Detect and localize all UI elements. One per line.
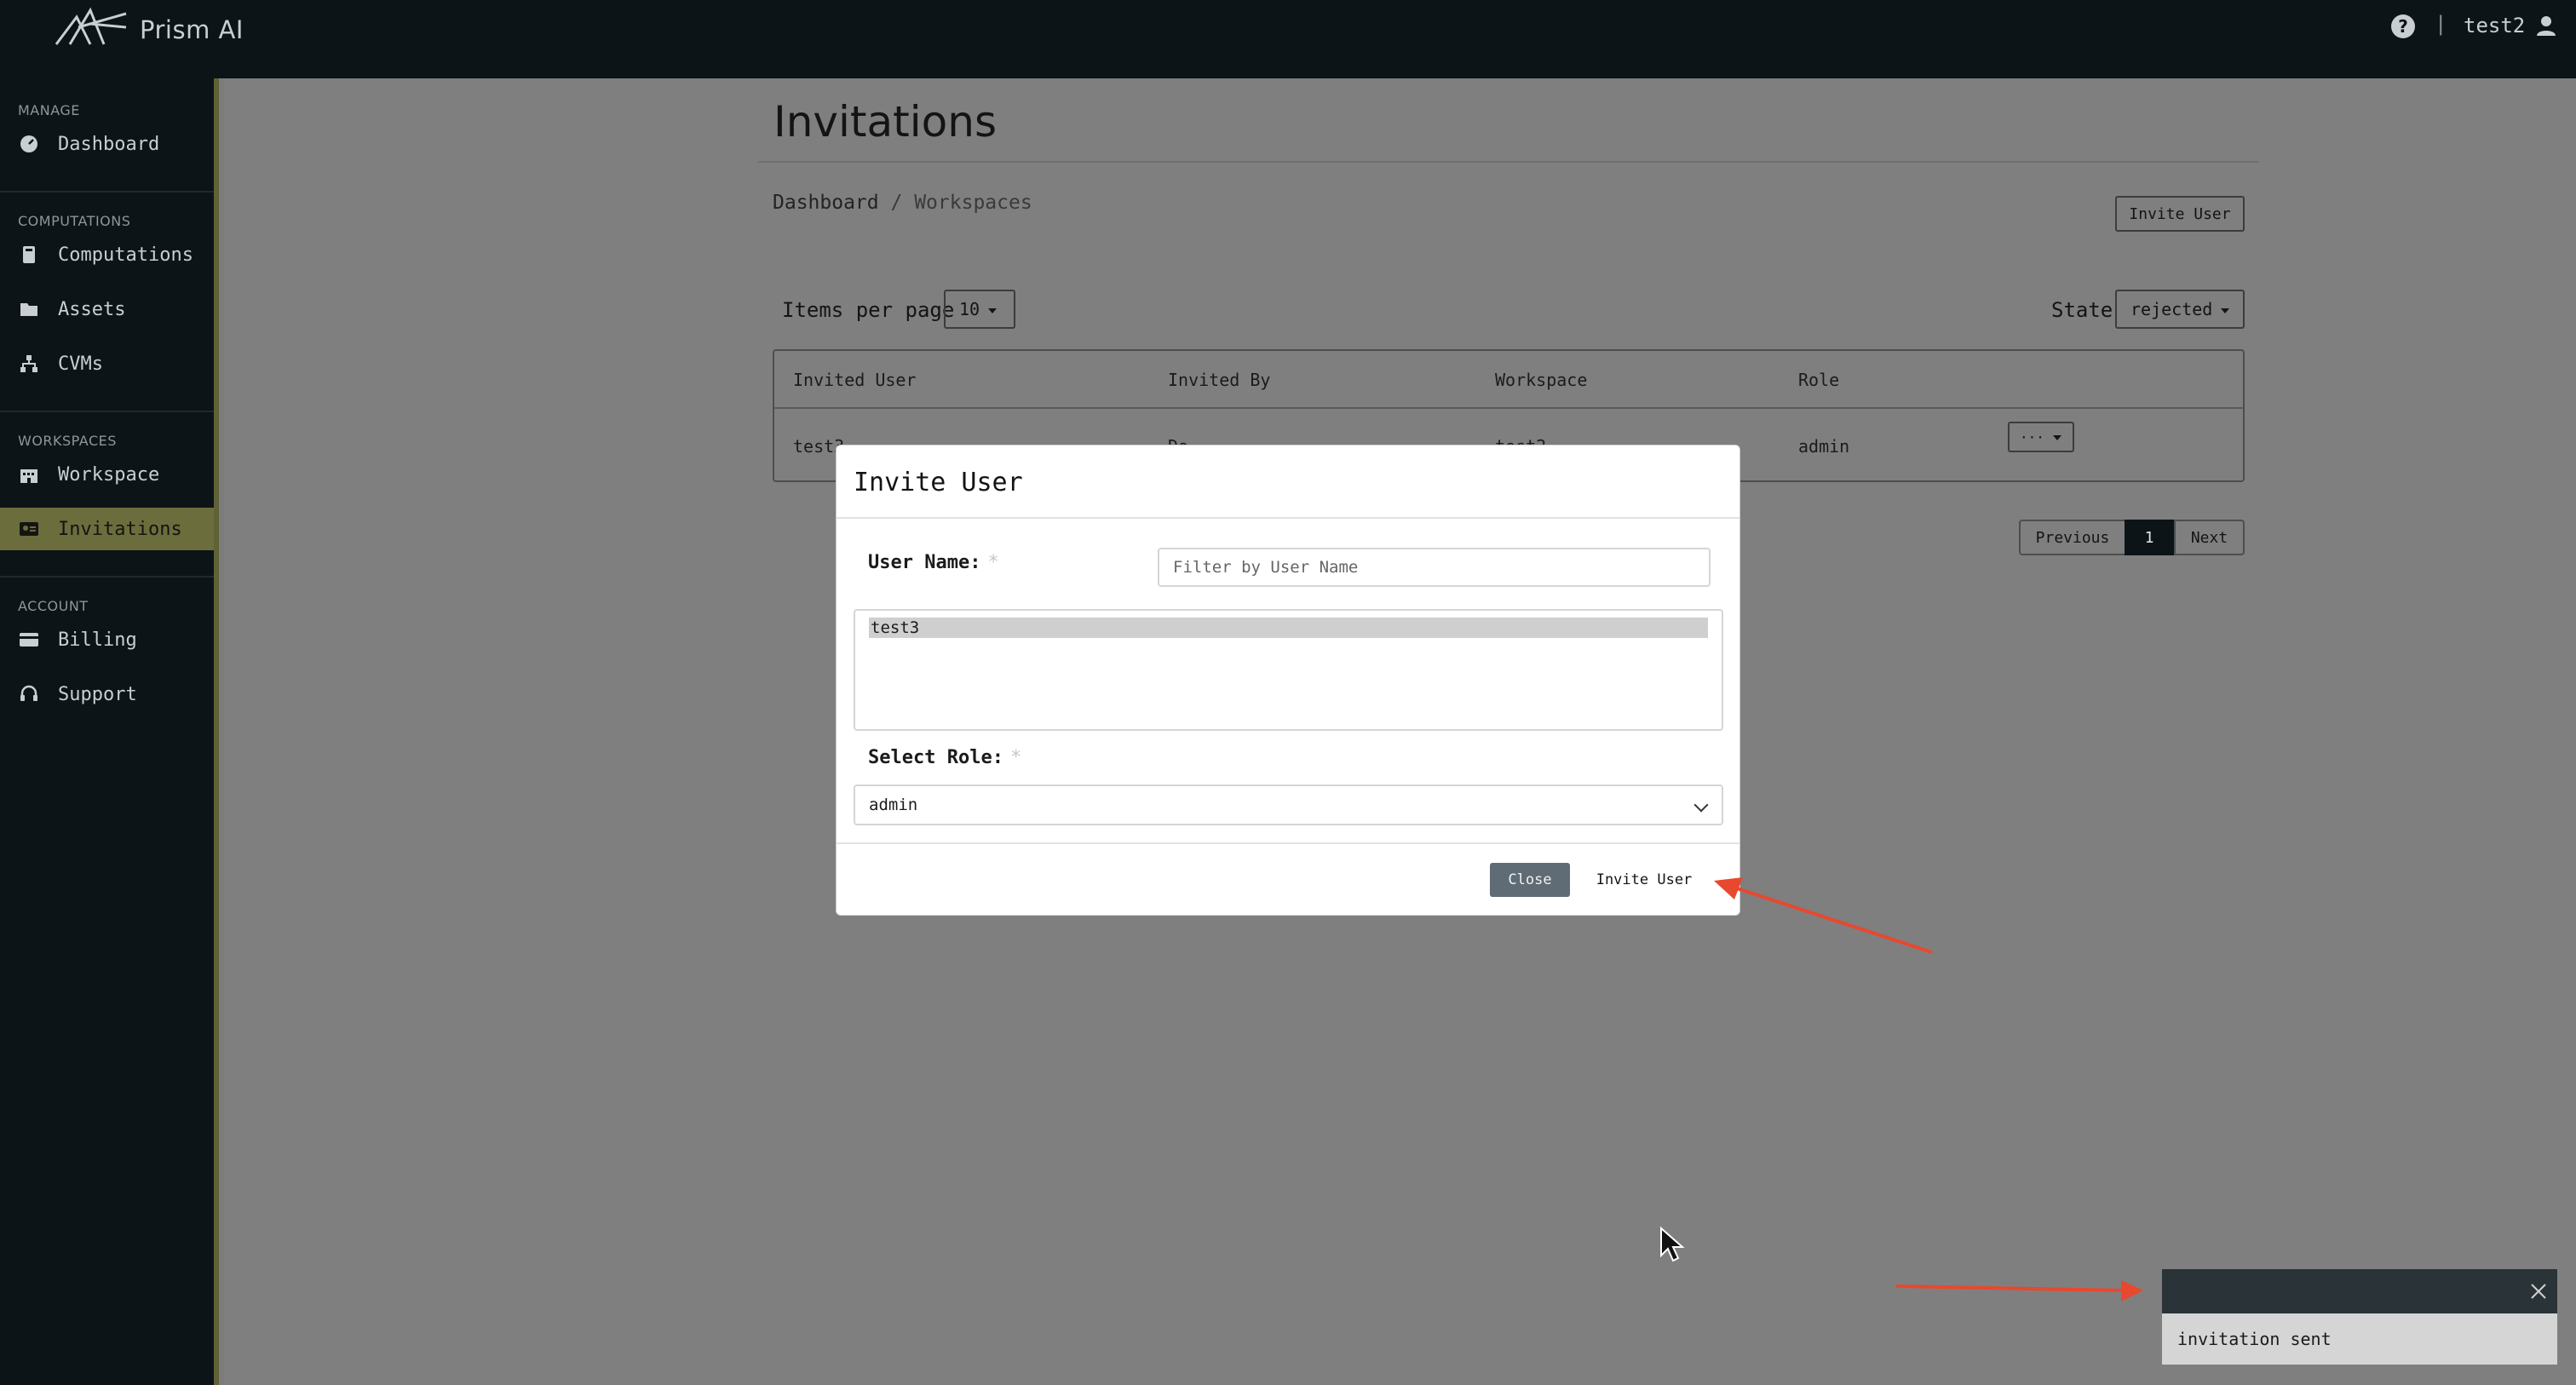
- sidebar-item-assets[interactable]: Assets: [0, 288, 214, 330]
- modal-divider: [837, 842, 1739, 844]
- sidebar-item-support[interactable]: Support: [0, 673, 214, 715]
- close-button[interactable]: Close: [1490, 863, 1570, 897]
- dashboard-icon: [20, 135, 37, 152]
- chevron-down-icon: [1693, 797, 1709, 813]
- sidebar-item-label: Support: [58, 683, 137, 705]
- sidebar-item-workspace[interactable]: Workspace: [0, 453, 214, 496]
- sidebar-item-computations[interactable]: Computations: [0, 233, 214, 276]
- close-icon[interactable]: [2528, 1281, 2549, 1302]
- sidebar: MANAGE Dashboard COMPUTATIONS Computatio…: [0, 78, 219, 1385]
- invite-user-modal: Invite User User Name: * test3 Select Rol…: [836, 445, 1740, 916]
- role-select-value: admin: [869, 796, 918, 814]
- pagination-page-1[interactable]: 1: [2125, 520, 2174, 555]
- sidebar-section-workspaces: WORKSPACES: [18, 433, 117, 449]
- breadcrumb-separator: /: [890, 192, 903, 214]
- toast-header: [2162, 1269, 2557, 1313]
- sidebar-item-label: Billing: [58, 629, 137, 651]
- row-actions-dropdown[interactable]: ···: [2008, 422, 2074, 452]
- top-bar: Prism AI ? | test2: [0, 0, 2576, 78]
- sidebar-item-cvms[interactable]: CVMs: [0, 342, 214, 385]
- network-icon: [20, 355, 37, 372]
- select-role-label-text: Select Role:: [868, 747, 1003, 768]
- sidebar-item-label: Workspace: [58, 463, 160, 486]
- headset-icon: [20, 685, 37, 701]
- sidebar-item-label: CVMs: [58, 353, 103, 375]
- toast-message: invitation sent: [2162, 1313, 2557, 1365]
- row-actions-label: ···: [2020, 428, 2044, 445]
- computations-icon: [23, 246, 35, 263]
- cell-role: admin: [1798, 436, 1850, 457]
- required-mark: *: [987, 552, 999, 573]
- help-icon[interactable]: ?: [2391, 14, 2415, 38]
- breadcrumb-dashboard[interactable]: Dashboard: [773, 192, 879, 214]
- column-header-invited-user: Invited User: [793, 370, 917, 390]
- brand-name[interactable]: Prism AI: [140, 15, 244, 44]
- username-label[interactable]: test2: [2464, 14, 2525, 37]
- items-per-page-label: Items per page: [782, 298, 955, 322]
- title-divider: [758, 161, 2259, 163]
- sidebar-item-label: Computations: [58, 244, 193, 266]
- state-dropdown[interactable]: rejected: [2115, 290, 2245, 329]
- user-option-test3[interactable]: test3: [869, 618, 1708, 638]
- caret-down-icon: [2221, 307, 2230, 313]
- caret-down-icon: [2052, 435, 2061, 440]
- sidebar-section-manage: MANAGE: [18, 102, 80, 118]
- prism-logo-icon[interactable]: [53, 5, 129, 48]
- column-header-role: Role: [1798, 370, 1840, 390]
- modal-title: Invite User: [854, 468, 1023, 497]
- select-role-label: Select Role: *: [868, 747, 1021, 768]
- id-card-icon: [20, 522, 38, 536]
- breadcrumb-current: Workspaces: [914, 192, 1032, 214]
- breadcrumb: Dashboard / Workspaces: [773, 192, 1032, 214]
- sidebar-item-dashboard[interactable]: Dashboard: [0, 123, 214, 165]
- user-name-label: User Name: *: [868, 552, 999, 573]
- role-select[interactable]: admin: [854, 784, 1723, 825]
- sidebar-divider: [0, 191, 214, 193]
- building-icon: [20, 469, 37, 483]
- invite-user-button[interactable]: Invite User: [2115, 196, 2245, 232]
- sidebar-section-computations: COMPUTATIONS: [18, 213, 131, 229]
- modal-divider: [837, 517, 1739, 519]
- sidebar-item-label: Invitations: [58, 518, 182, 540]
- user-name-label-text: User Name:: [868, 552, 981, 573]
- items-per-page-value: 10: [959, 299, 980, 319]
- sidebar-divider: [0, 411, 214, 412]
- user-icon[interactable]: [2535, 14, 2557, 37]
- sidebar-item-label: Assets: [58, 298, 126, 320]
- pagination-next[interactable]: Next: [2174, 520, 2245, 555]
- user-listbox[interactable]: test3: [854, 609, 1723, 731]
- required-mark: *: [1009, 747, 1022, 768]
- state-label: State: [2051, 298, 2113, 322]
- items-per-page-dropdown[interactable]: 10: [944, 290, 1015, 329]
- user-filter-input[interactable]: [1158, 548, 1711, 587]
- credit-card-icon: [20, 633, 38, 647]
- caret-down-icon: [988, 307, 998, 313]
- page-title: Invitations: [773, 97, 997, 147]
- table-header: Invited User Invited By Workspace Role: [774, 351, 2243, 409]
- toast-notification: invitation sent: [2162, 1269, 2557, 1365]
- folder-icon: [20, 303, 37, 316]
- sidebar-section-account: ACCOUNT: [18, 598, 89, 614]
- header-separator: |: [2435, 12, 2447, 36]
- pagination-previous[interactable]: Previous: [2019, 520, 2126, 555]
- column-header-invited-by: Invited By: [1168, 370, 1271, 390]
- state-value: rejected: [2130, 299, 2213, 319]
- sidebar-item-billing[interactable]: Billing: [0, 618, 214, 661]
- sidebar-item-label: Dashboard: [58, 133, 160, 155]
- sidebar-item-invitations[interactable]: Invitations: [0, 508, 214, 550]
- modal-invite-user-button[interactable]: Invite User: [1588, 863, 1700, 897]
- column-header-workspace: Workspace: [1495, 370, 1588, 390]
- sidebar-divider: [0, 576, 214, 578]
